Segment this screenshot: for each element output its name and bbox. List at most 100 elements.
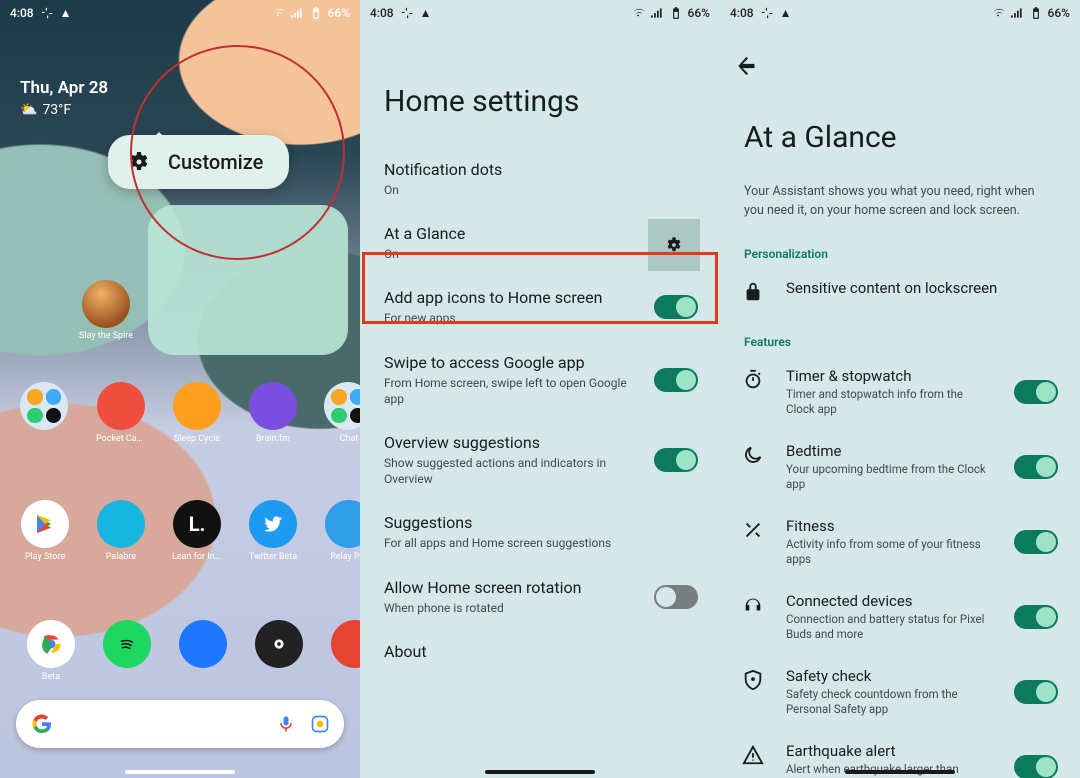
mic-icon[interactable] [276,714,296,734]
setting-about[interactable]: About [360,629,720,674]
nav-bar-pill[interactable] [125,770,235,774]
feature-subtitle: Your upcoming bedtime from the Clock app [786,462,986,493]
app-palabre[interactable]: Palabre [96,500,146,562]
page-title: Home settings [360,24,720,147]
app-camera[interactable] [254,620,304,682]
lock-icon [742,281,764,303]
feature-subtitle: Connection and battery status for Pixel … [786,612,986,643]
toggle[interactable] [1014,380,1058,404]
signal-icon [1010,6,1024,20]
toggle[interactable] [1014,530,1058,554]
app-spotify[interactable] [102,620,152,682]
setting-title: Notification dots [384,160,696,179]
feature-fitness[interactable]: FitnessActivity info from some of your f… [720,505,1080,580]
app-todoist[interactable] [330,620,360,682]
lens-icon[interactable] [310,714,330,734]
status-time: 4:08 [370,6,394,20]
status-bar: 4:08 ▲ 66% [360,0,720,24]
feature-title: Bedtime [786,442,1056,460]
status-time: 4:08 [10,6,34,20]
shield-icon [742,669,764,691]
app-arrow[interactable] [178,620,228,682]
at-a-glance-panel: 4:08 ▲ 66% At a Glance Your Assistant sh… [720,0,1080,778]
widget-ghost [148,205,348,355]
setting-at-a-glance[interactable]: At a GlanceOn [360,211,720,275]
app-label: Chat [324,434,360,444]
setting-title: About [384,642,696,661]
feature-timer[interactable]: Timer & stopwatchTimer and stopwatch inf… [720,355,1080,430]
battery-text: 66% [688,6,710,20]
setting-allow-rotation[interactable]: Allow Home screen rotation When phone is … [360,565,720,629]
back-button[interactable] [734,52,762,80]
setting-swipe-google[interactable]: Swipe to access Google appFrom Home scre… [360,340,720,420]
feature-safety[interactable]: Safety checkSafety check countdown from … [720,655,1080,730]
customize-label: Customize [168,150,263,174]
signal-icon [290,6,304,20]
toggle[interactable] [1014,455,1058,479]
setting-suggestions[interactable]: SuggestionsFor all apps and Home screen … [360,500,720,564]
toggle[interactable] [1014,680,1058,704]
toggle[interactable] [654,448,698,472]
setting-add-app-icons[interactable]: Add app icons to Home screenFor new apps [360,275,720,339]
toggle[interactable] [654,368,698,392]
feature-bedtime[interactable]: Bedtime Your upcoming bedtime from the Cl… [720,430,1080,505]
app-sleep-cycle[interactable]: Sleep Cycle [172,382,222,444]
setting-subtitle: For new apps [384,310,632,326]
app-label: Twitter Beta [248,552,298,562]
app-label: Brain.fm [248,434,298,444]
toggle[interactable] [1014,605,1058,629]
app-label: Play Store [20,552,70,562]
gear-button[interactable] [648,219,700,271]
feature-subtitle: Activity info from some of your fitness … [786,537,986,568]
toggle[interactable] [654,295,698,319]
row-sensitive-content[interactable]: Sensitive content on lockscreen [720,267,1080,319]
battery-icon [1029,6,1043,20]
wifi-icon [631,6,645,20]
wifi-icon [991,6,1005,20]
battery-text: 66% [1048,6,1070,20]
app-play-store[interactable]: Play Store [20,500,70,562]
app-slay-the-spire[interactable]: Slay the Spire [78,280,134,341]
feature-subtitle: Safety check countdown from the Personal… [786,687,986,718]
headphones-icon [742,594,764,616]
setting-subtitle: When phone is rotated [384,600,632,616]
slack-icon [40,6,54,20]
setting-title: Allow Home screen rotation [384,578,632,597]
toggle[interactable] [1014,755,1058,778]
battery-text: 66% [328,6,350,20]
widget-weather: ⛅ 73°F [20,102,108,118]
app-pocket-casts[interactable]: Pocket Casts [96,382,146,444]
feature-connected[interactable]: Connected devicesConnection and battery … [720,580,1080,655]
app-label: Sleep Cycle [172,434,222,444]
google-search-bar[interactable] [16,700,344,748]
setting-title: Swipe to access Google app [384,353,632,372]
app-lean[interactable]: L.Lean for Inst… [172,500,222,562]
status-bar: 4:08 ▲ 66% [0,0,360,24]
nav-bar-pill[interactable] [485,770,595,774]
app-brain-fm[interactable]: Brain.fm [248,382,298,444]
customize-popup[interactable]: Customize [108,135,289,189]
section-personalization: Personalization [720,231,1080,267]
page-title: At a Glance [720,24,1080,183]
slack-icon [400,6,414,20]
setting-overview-suggestions[interactable]: Overview suggestionsShow suggested actio… [360,420,720,500]
app-chat-folder[interactable]: Chat [324,382,360,444]
moon-icon [742,444,764,466]
app-label: Lean for Inst… [172,552,222,562]
page-subtitle: Your Assistant shows you what you need, … [720,183,1080,231]
at-a-glance-widget[interactable]: Thu, Apr 28 ⛅ 73°F [20,78,108,118]
homescreen-panel: 4:08 ▲ 66% Thu, Apr 28 ⛅ 73°F Customize … [0,0,360,778]
status-time: 4:08 [730,6,754,20]
section-features: Features [720,319,1080,355]
toggle[interactable] [654,585,698,609]
feature-subtitle: Timer and stopwatch info from the Clock … [786,387,986,418]
setting-notification-dots[interactable]: Notification dotsOn [360,147,720,211]
app-label: Relay Pro [324,552,360,562]
nav-bar-pill[interactable] [845,770,955,774]
app-chrome[interactable]: Beta [26,620,76,682]
wifi-icon [271,6,285,20]
app-twitter[interactable]: Twitter Beta [248,500,298,562]
app-relay[interactable]: Relay Pro [324,500,360,562]
timer-icon [742,369,764,391]
app-folder[interactable] [20,382,70,444]
